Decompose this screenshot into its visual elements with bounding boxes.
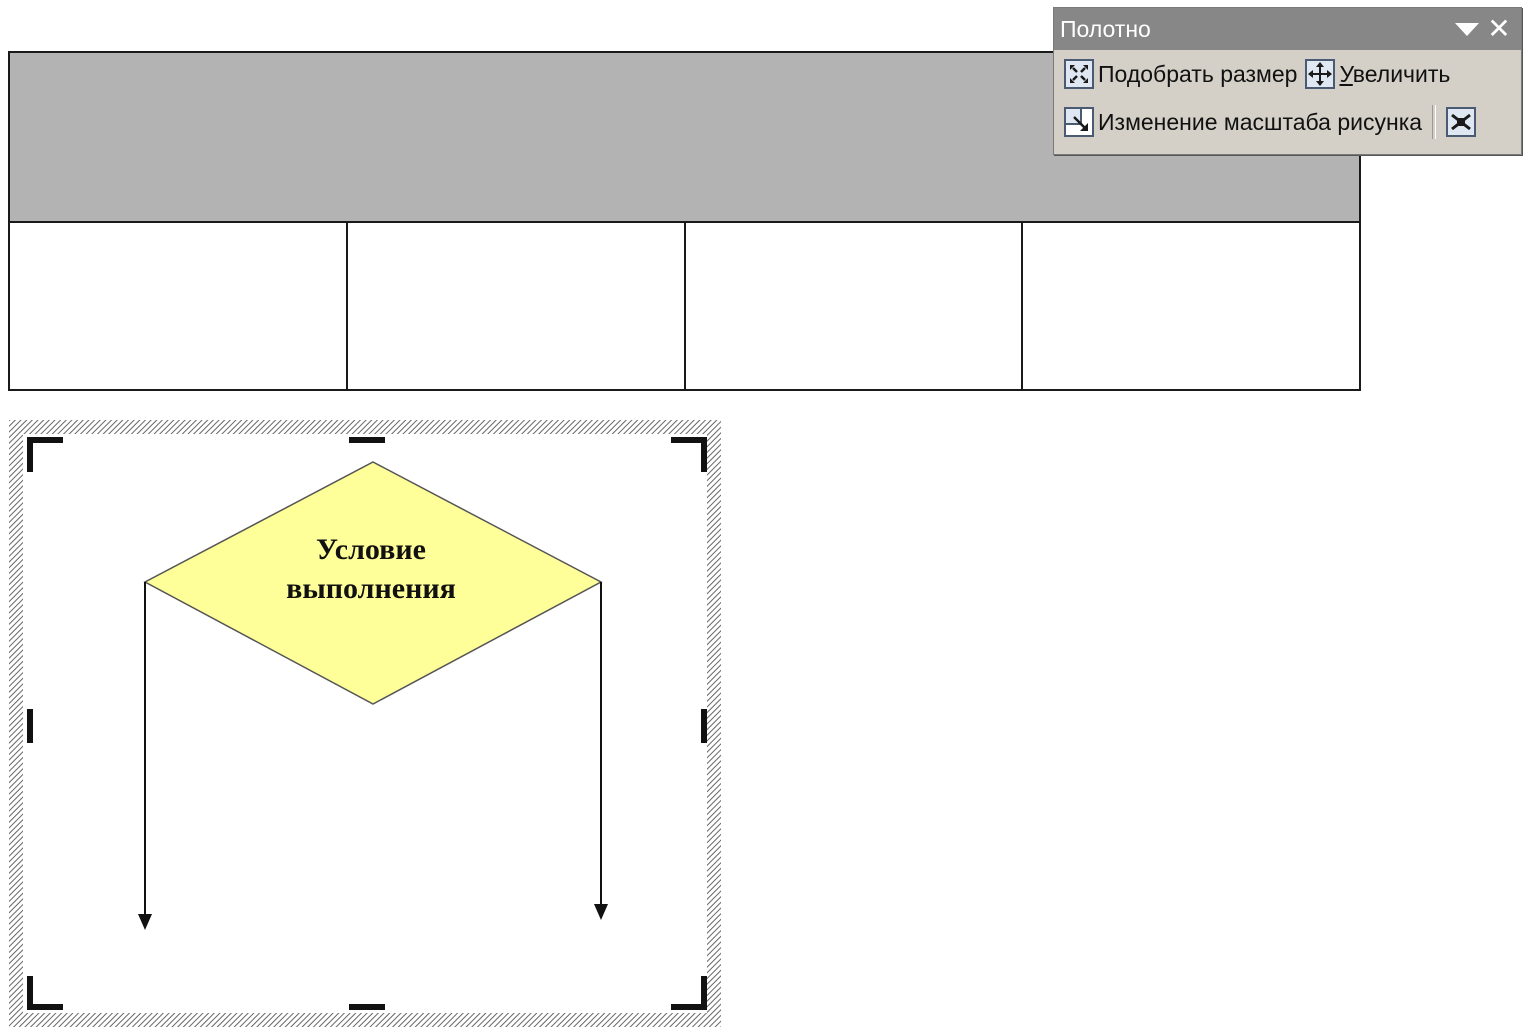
table-cell-2[interactable] — [345, 221, 686, 391]
right-arrowhead — [594, 904, 608, 920]
table-cell-1[interactable] — [8, 221, 348, 391]
handle-top-middle — [349, 437, 385, 443]
expand-icon — [1305, 59, 1336, 89]
handle-bottom-middle — [349, 1004, 385, 1010]
expand-label: Увеличить — [1339, 61, 1450, 88]
handle-bottom-right — [671, 976, 707, 1010]
scale-drawing-button[interactable]: Изменение масштаба рисунка — [1060, 102, 1426, 142]
toolbar-options-button[interactable] — [1451, 13, 1483, 45]
decision-label-line-2: выполнения — [286, 572, 456, 605]
decision-label-line-1: Условие — [316, 533, 426, 566]
toolbar-separator — [1432, 105, 1437, 139]
text-wrap-icon — [1446, 107, 1477, 137]
drawing-canvas[interactable]: Условие выполнения — [9, 420, 721, 1027]
left-arrowhead — [138, 914, 152, 930]
expand-button[interactable]: Увеличить — [1301, 54, 1454, 94]
toolbar-title-bar[interactable]: Полотно ✕ — [1054, 8, 1521, 50]
expand-label-rest: величить — [1352, 60, 1451, 87]
handle-bottom-left — [27, 976, 63, 1010]
toolbar-title: Полотно — [1060, 15, 1151, 42]
chevron-down-icon — [1455, 22, 1479, 36]
scale-drawing-icon — [1064, 107, 1094, 137]
handle-right-middle — [701, 709, 707, 743]
handle-top-right — [671, 437, 707, 472]
fit-icon — [1064, 59, 1094, 89]
handle-top-left — [27, 437, 63, 472]
close-icon: ✕ — [1487, 13, 1511, 44]
scale-drawing-label: Изменение масштаба рисунка — [1098, 108, 1423, 135]
decision-label[interactable]: Условие выполнения — [271, 530, 471, 608]
expand-label-mnemonic: У — [1339, 60, 1353, 87]
toolbar-row-2: Изменение масштаба рисунка — [1054, 98, 1521, 146]
text-wrap-button[interactable] — [1442, 102, 1480, 142]
table-cell-3[interactable] — [683, 221, 1024, 391]
toolbar-row-1: Подобрать размер Увеличить — [1054, 50, 1521, 98]
handle-left-middle — [27, 709, 33, 743]
canvas-graphics — [9, 420, 721, 1027]
fit-label: Подобрать размер — [1098, 60, 1298, 87]
canvas-toolbar: Полотно ✕ Подобрать размер Увеличить Изм… — [1053, 7, 1522, 155]
toolbar-close-button[interactable]: ✕ — [1483, 13, 1515, 45]
table-cell-4[interactable] — [1021, 221, 1361, 391]
fit-button[interactable]: Подобрать размер — [1060, 54, 1301, 94]
